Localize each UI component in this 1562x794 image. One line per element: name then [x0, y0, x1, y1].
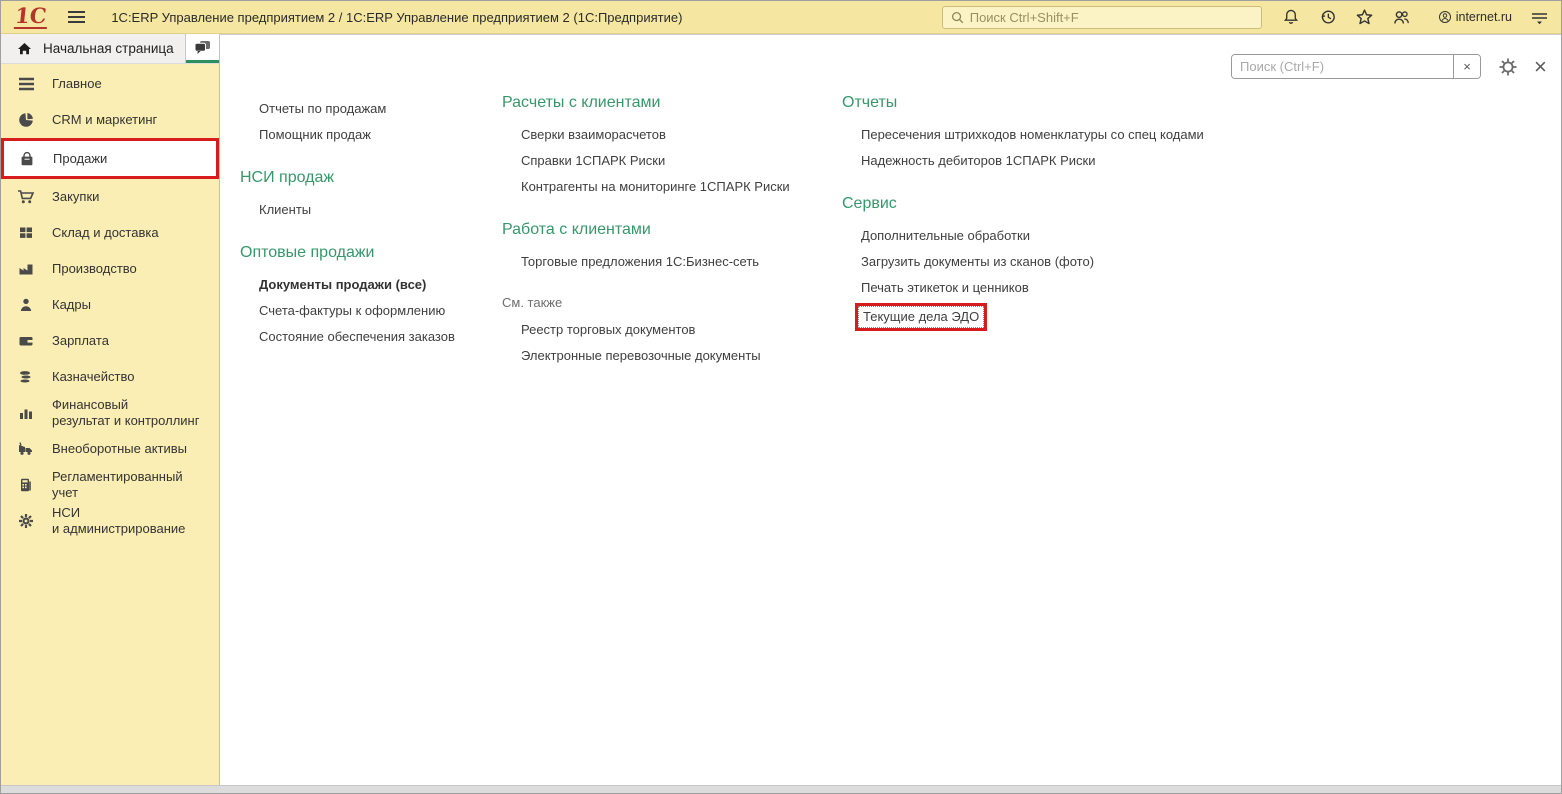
main-menu-icon[interactable]: [68, 11, 86, 23]
warehouse-icon: [16, 225, 36, 241]
shopping-bag-icon: [17, 151, 37, 167]
factory-icon: [16, 261, 36, 277]
panel-search-box[interactable]: ×: [1231, 54, 1481, 79]
global-search-box[interactable]: [941, 5, 1262, 29]
panel-close-icon[interactable]: ×: [1534, 55, 1547, 77]
panel-column-2: Расчеты с клиентами Сверки взаиморасчето…: [502, 93, 842, 369]
panel-column-1: Отчеты по продажам Помощник продаж НСИ п…: [240, 93, 490, 350]
window-title: 1С:ERP Управление предприятием 2 / 1С:ER…: [111, 9, 683, 25]
link-trade-offers[interactable]: Торговые предложения 1С:Бизнес-сеть: [521, 249, 842, 275]
search-icon: [950, 10, 965, 25]
link-electronic-transport-docs[interactable]: Электронные перевозочные документы: [521, 343, 842, 369]
current-user[interactable]: internet.ru: [1438, 10, 1512, 24]
user-name-label: internet.ru: [1455, 10, 1512, 24]
app-window: 1С 1С:ERP Управление предприятием 2 / 1С…: [0, 0, 1562, 794]
status-strip: [1, 785, 1561, 793]
link-debtor-reliability[interactable]: Надежность дебиторов 1СПАРК Риски: [861, 148, 1272, 174]
discussions-icon: [193, 39, 212, 56]
section-sidebar: Главное CRM и маркетинг Продажи Закупки: [1, 64, 219, 785]
history-icon[interactable]: [1318, 7, 1338, 27]
global-search-input[interactable]: [969, 9, 1254, 25]
panel-column-3: Отчеты Пересечения штрихкодов номенклату…: [842, 93, 1272, 331]
group-header-client-settlements[interactable]: Расчеты с клиентами: [502, 93, 842, 113]
link-order-fulfillment-status[interactable]: Состояние обеспечения заказов: [259, 324, 490, 350]
link-reconciliations[interactable]: Сверки взаиморасчетов: [521, 122, 842, 148]
star-icon[interactable]: [1355, 7, 1375, 27]
service-menu-icon[interactable]: [1530, 9, 1549, 25]
link-invoices-to-issue[interactable]: Счета-фактуры к оформлению: [259, 298, 490, 324]
tab-strip: Начальная страница: [1, 34, 219, 64]
person-icon: [16, 297, 36, 313]
home-icon: [16, 41, 33, 57]
user-icon: [1438, 10, 1452, 24]
link-barcode-intersections[interactable]: Пересечения штрихкодов номенклатуры со с…: [861, 122, 1272, 148]
sidebar-item-crm[interactable]: CRM и маркетинг: [1, 102, 219, 138]
calculator-icon: [16, 477, 36, 493]
1c-logo: 1С: [13, 3, 50, 29]
coins-icon: [16, 369, 36, 385]
panel-settings-gear-icon[interactable]: [1498, 57, 1518, 77]
group-header-service[interactable]: Сервис: [842, 194, 1272, 214]
link-sales-reports[interactable]: Отчеты по продажам: [259, 96, 490, 122]
sidebar-item-regulated[interactable]: Регламентированный учет: [1, 467, 219, 503]
sidebar-item-warehouse[interactable]: Склад и доставка: [1, 215, 219, 251]
group-header-reports[interactable]: Отчеты: [842, 93, 1272, 113]
sidebar-item-sales[interactable]: Продажи: [1, 138, 219, 179]
group-header-see-also: См. также: [502, 295, 563, 310]
annotation-box-edo: Текущие дела ЭДО: [855, 303, 988, 331]
panel-search-input[interactable]: [1232, 55, 1453, 78]
sidebar-item-production[interactable]: Производство: [1, 251, 219, 287]
pie-chart-icon: [16, 112, 36, 128]
truck-icon: [16, 441, 36, 457]
bar-chart-icon: [16, 405, 36, 421]
sidebar-item-main[interactable]: Главное: [1, 66, 219, 102]
sidebar-item-purchases[interactable]: Закупки: [1, 179, 219, 215]
sidebar-item-finance[interactable]: Финансовый результат и контроллинг: [1, 395, 219, 431]
gear-icon: [16, 513, 36, 529]
group-header-wholesale[interactable]: Оптовые продажи: [240, 243, 490, 263]
link-additional-processing[interactable]: Дополнительные обработки: [861, 223, 1272, 249]
sidebar-item-payroll[interactable]: Зарплата: [1, 323, 219, 359]
group-header-client-work[interactable]: Работа с клиентами: [502, 220, 842, 240]
link-print-labels[interactable]: Печать этикеток и ценников: [861, 275, 1272, 301]
link-trade-documents-register[interactable]: Реестр торговых документов: [521, 317, 842, 343]
tab-discussions[interactable]: [186, 34, 219, 63]
link-load-documents-from-scans[interactable]: Загрузить документы из сканов (фото): [861, 249, 1272, 275]
tab-home-page[interactable]: Начальная страница: [1, 34, 186, 63]
link-1spark-certificates[interactable]: Справки 1СПАРК Риски: [521, 148, 842, 174]
sidebar-item-hr[interactable]: Кадры: [1, 287, 219, 323]
sidebar-item-admin[interactable]: НСИ и администрирование: [1, 503, 219, 539]
link-sales-documents-all[interactable]: Документы продажи (все): [259, 272, 490, 298]
users-icon[interactable]: [1392, 7, 1412, 27]
panel-toolbar: × ×: [1231, 54, 1547, 79]
sales-section-panel: × × Отчеты по продажам Помощник продаж Н…: [219, 34, 1561, 785]
sidebar-item-assets[interactable]: Внеоборотные активы: [1, 431, 219, 467]
group-header-nsi-sales[interactable]: НСИ продаж: [240, 168, 490, 188]
link-clients[interactable]: Клиенты: [259, 197, 490, 223]
sidebar-item-treasury[interactable]: Казначейство: [1, 359, 219, 395]
title-bar: 1С 1С:ERP Управление предприятием 2 / 1С…: [1, 1, 1561, 34]
tab-home-label: Начальная страница: [43, 41, 174, 56]
link-current-edo-tasks[interactable]: Текущие дела ЭДО: [858, 306, 985, 328]
bell-icon[interactable]: [1281, 7, 1301, 27]
menu-icon: [16, 77, 36, 91]
link-sales-assistant[interactable]: Помощник продаж: [259, 122, 490, 148]
clear-search-button[interactable]: ×: [1453, 55, 1480, 78]
shopping-cart-icon: [16, 189, 36, 205]
wallet-icon: [16, 333, 36, 349]
link-1spark-monitoring[interactable]: Контрагенты на мониторинге 1СПАРК Риски: [521, 174, 842, 200]
